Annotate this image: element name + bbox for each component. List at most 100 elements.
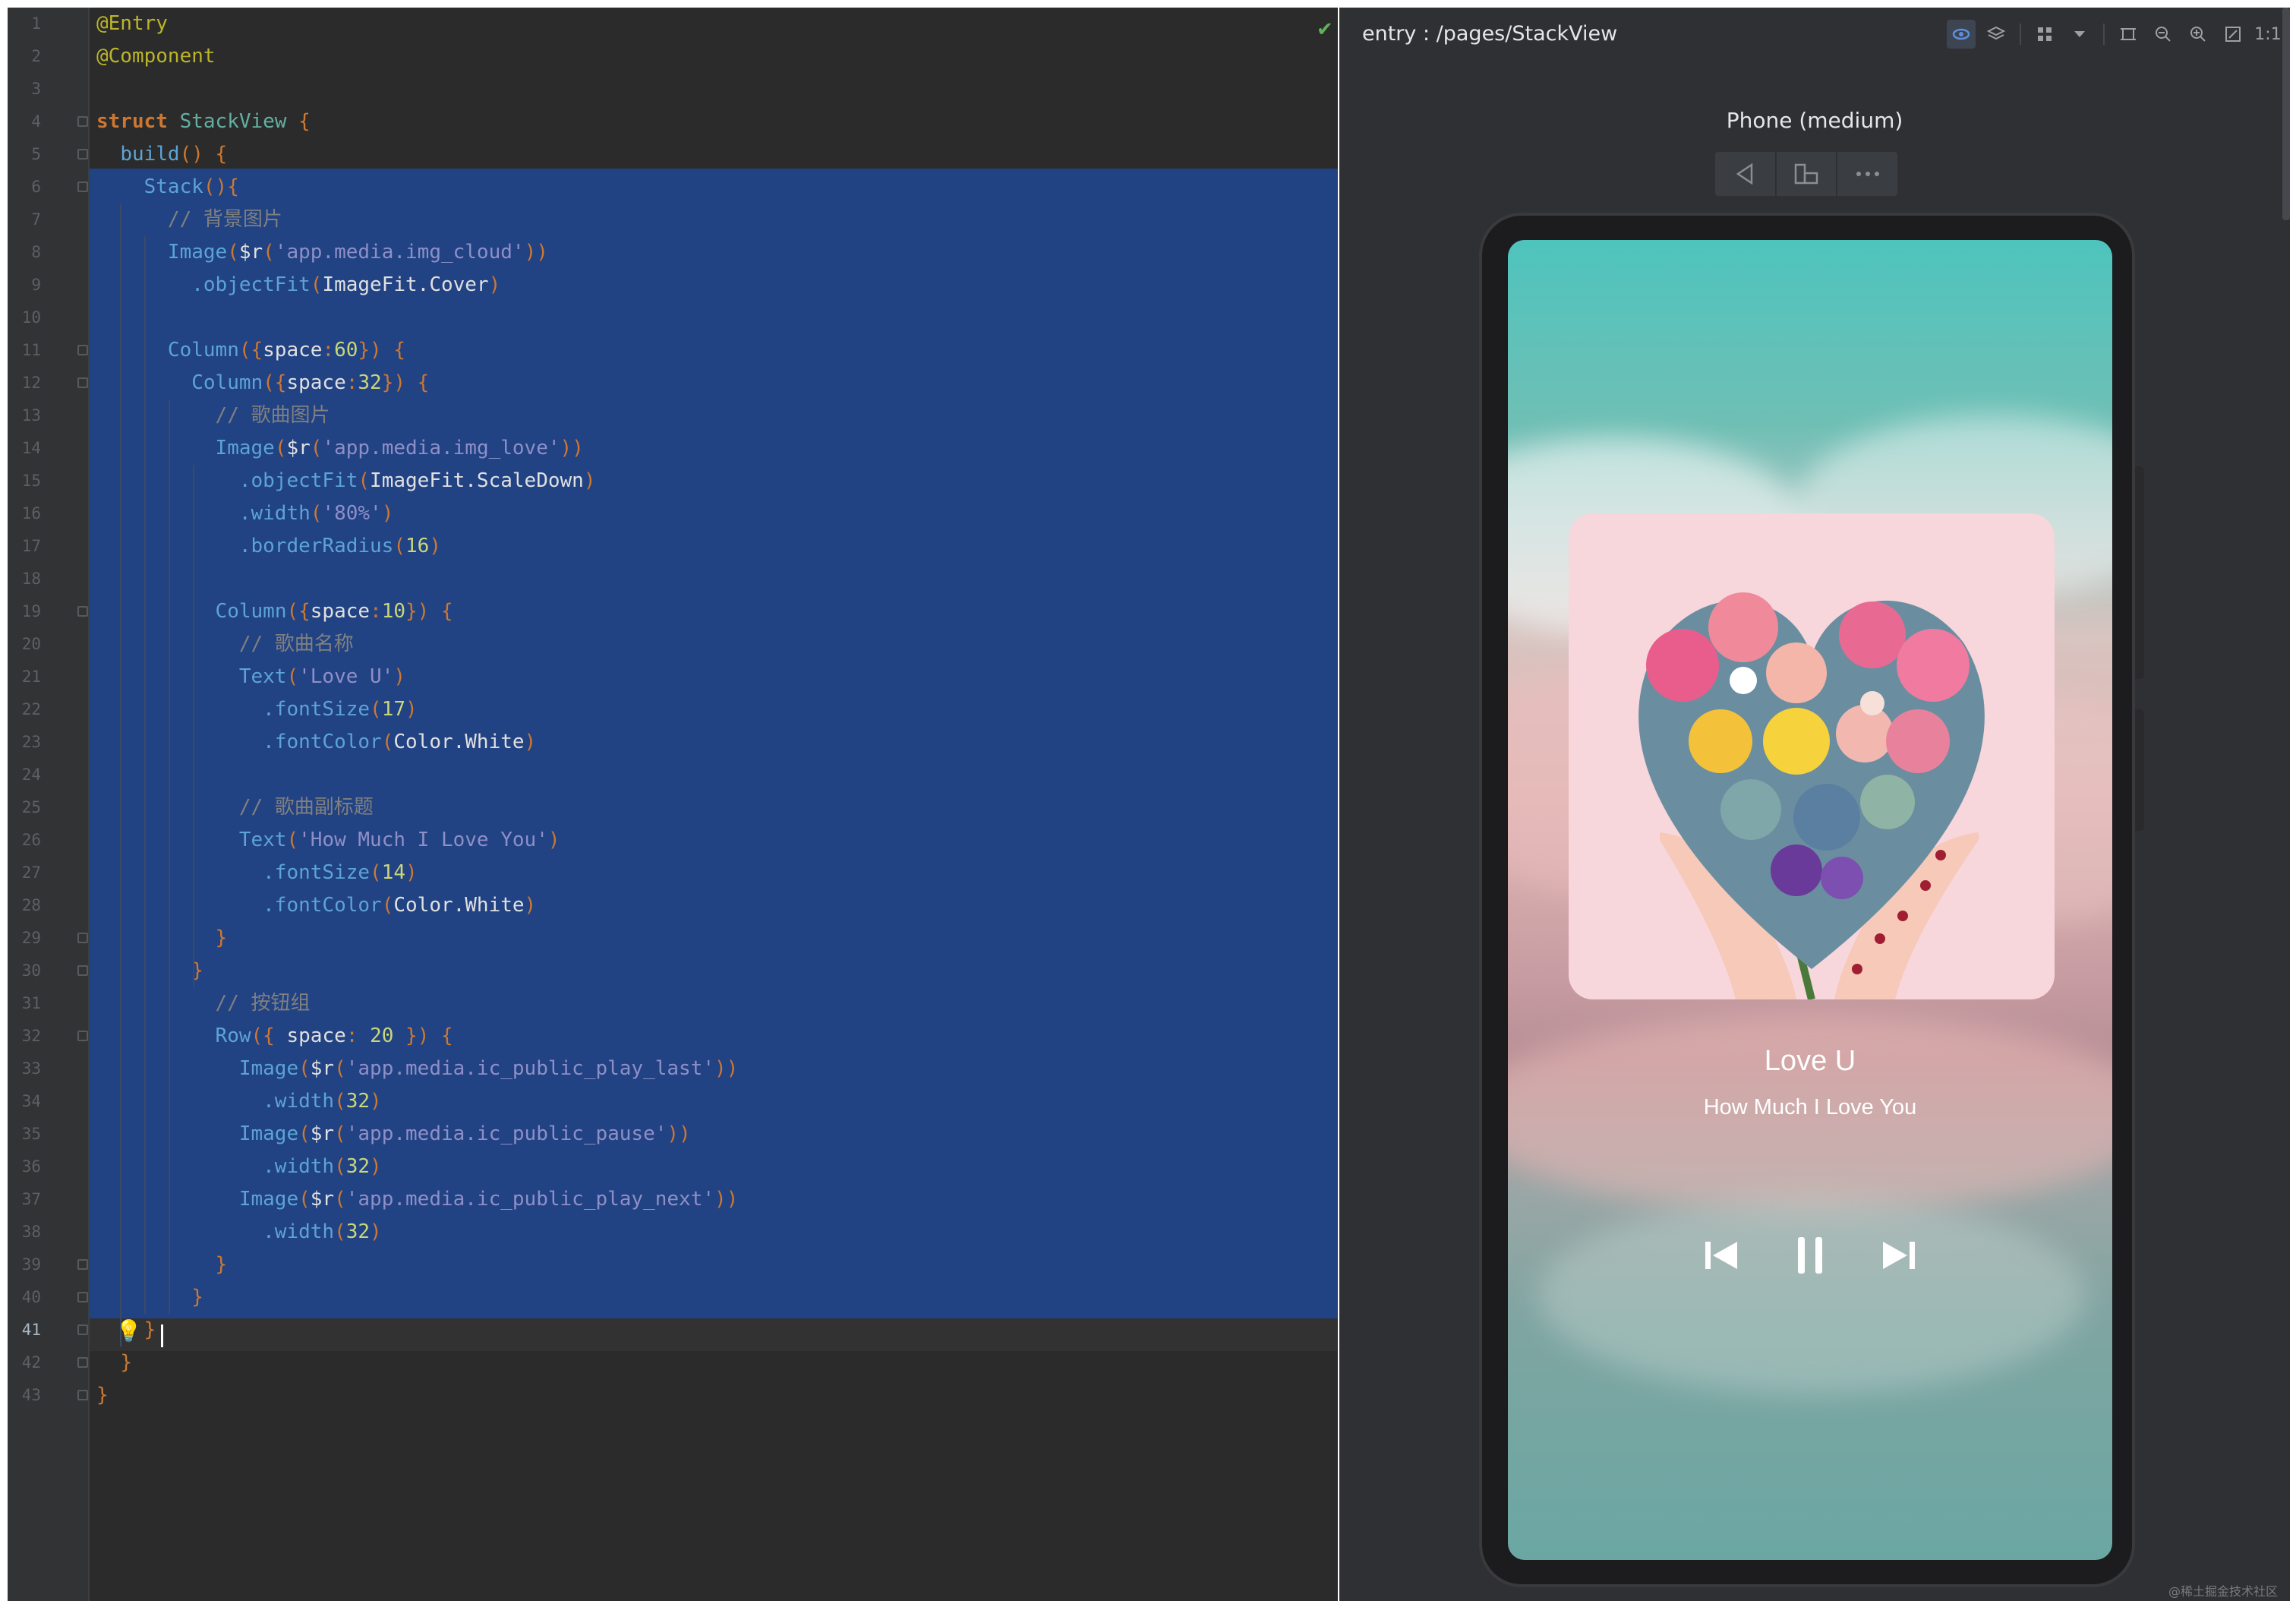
code-token: ( — [263, 241, 275, 264]
line-number: 18 — [21, 570, 41, 588]
code-line[interactable]: Column({space:32}) { — [96, 367, 429, 399]
code-line[interactable]: Image($r('app.media.ic_public_pause')) — [96, 1118, 691, 1151]
code-token: Text — [238, 829, 287, 851]
code-line[interactable]: struct StackView { — [96, 106, 311, 138]
fold-marker-icon[interactable] — [77, 1292, 88, 1302]
zoom-out-icon[interactable] — [2149, 20, 2178, 49]
code-token: ( — [334, 1122, 346, 1145]
code-line[interactable]: // 歌曲副标题 — [96, 791, 374, 824]
code-line[interactable]: .fontColor(Color.White) — [96, 726, 536, 759]
code-line[interactable]: .width('80%') — [96, 497, 394, 530]
code-line[interactable]: // 按钮组 — [96, 987, 311, 1020]
play-last-icon[interactable] — [1702, 1235, 1742, 1276]
code-token: () { — [179, 143, 228, 166]
code-line[interactable]: @Entry — [96, 8, 168, 40]
code-token: ( — [334, 1090, 346, 1113]
code-line[interactable]: .width(32) — [96, 1216, 382, 1249]
code-token: } — [144, 1318, 156, 1341]
code-line[interactable]: } — [96, 1347, 132, 1379]
code-token: ( — [310, 437, 323, 459]
code-token: ) — [370, 1090, 382, 1113]
code-line[interactable]: Image($r('app.media.img_cloud')) — [96, 236, 548, 269]
code-token: ) — [405, 861, 418, 884]
code-line[interactable]: .width(32) — [96, 1151, 382, 1183]
code-line[interactable]: } — [96, 955, 203, 987]
code-line[interactable]: @Component — [96, 40, 216, 73]
code-line[interactable]: Column({space:10}) { — [96, 595, 453, 628]
fold-marker-icon[interactable] — [77, 182, 88, 192]
code-line[interactable]: Row({ space: 20 }) { — [96, 1020, 453, 1053]
code-line[interactable]: Image($r('app.media.ic_public_play_next'… — [96, 1183, 738, 1216]
pause-icon[interactable] — [1790, 1235, 1831, 1276]
fold-marker-icon[interactable] — [77, 965, 88, 976]
code-token: @Entry — [96, 12, 168, 35]
code-token: Image — [215, 437, 275, 459]
app-screen[interactable]: Love U How Much I Love You — [1508, 240, 2112, 1560]
zoom-in-icon[interactable] — [2184, 20, 2212, 49]
device-controls — [1715, 152, 1897, 196]
code-token: ( — [334, 1155, 346, 1178]
code-line[interactable]: build() { — [96, 138, 227, 171]
checkmark-icon[interactable]: ✔ — [1317, 18, 1333, 41]
fit-icon[interactable] — [2219, 20, 2247, 49]
fold-marker-icon[interactable] — [77, 1357, 88, 1368]
indent-guide — [120, 204, 121, 1347]
fold-marker-icon[interactable] — [77, 377, 88, 388]
line-number: 34 — [21, 1092, 41, 1110]
previewer-panel: entry : /pages/StackView 1:1 Phone (medi… — [1339, 8, 2290, 1601]
code-line[interactable]: } — [96, 1249, 228, 1281]
code-line[interactable]: } — [96, 1281, 203, 1314]
code-line[interactable]: Column({space:60}) { — [96, 334, 405, 367]
code-line[interactable]: // 背景图片 — [96, 204, 282, 236]
line-number: 21 — [21, 668, 41, 686]
more-icon[interactable] — [1837, 152, 1897, 196]
back-icon[interactable] — [1715, 152, 1777, 196]
code-token: Text — [238, 665, 287, 688]
fold-marker-icon[interactable] — [77, 606, 88, 617]
rotate-icon[interactable] — [1777, 152, 1838, 196]
play-next-icon[interactable] — [1878, 1235, 1919, 1276]
code-line[interactable]: Text('Love U') — [96, 661, 405, 693]
fold-marker-icon[interactable] — [77, 1259, 88, 1270]
fold-marker-icon[interactable] — [77, 345, 88, 355]
eye-icon[interactable] — [1947, 20, 1976, 49]
layers-icon[interactable] — [1982, 20, 2011, 49]
code-line[interactable]: } — [96, 922, 228, 955]
line-number: 28 — [21, 896, 41, 914]
fold-marker-icon[interactable] — [77, 1390, 88, 1400]
line-number: 4 — [31, 112, 41, 131]
code-editor[interactable]: 1 2 3 4 5 6 7 8 9 10 11 12 13 14 15 16 17 18 19 20 21 22 23 24 2… — [8, 8, 1338, 1601]
code-line[interactable]: .width(32) — [96, 1085, 382, 1118]
code-line[interactable]: .borderRadius(16) — [96, 530, 441, 563]
fold-marker-icon[interactable] — [77, 116, 88, 127]
fold-marker-icon[interactable] — [77, 933, 88, 943]
fold-marker-icon[interactable] — [77, 149, 88, 159]
line-number: 23 — [21, 733, 41, 751]
code-line[interactable]: .objectFit(ImageFit.ScaleDown) — [96, 465, 596, 497]
code-line[interactable]: .fontColor(Color.White) — [96, 889, 536, 922]
indent-guide — [193, 465, 194, 987]
code-line[interactable]: // 歌曲名称 — [96, 628, 354, 661]
code-token: // 按钮组 — [215, 992, 311, 1015]
actual-size-icon[interactable]: 1:1 — [2253, 20, 2282, 49]
frame-icon[interactable] — [2114, 20, 2143, 49]
code-token: ) — [370, 1155, 382, 1178]
code-line[interactable]: Image($r('app.media.ic_public_play_last'… — [96, 1053, 738, 1085]
dropdown-icon[interactable] — [2065, 20, 2094, 49]
code-line[interactable]: Stack(){ — [96, 171, 239, 204]
fold-marker-icon[interactable] — [77, 1324, 88, 1335]
line-number: 24 — [21, 766, 41, 784]
code-token: 32 — [358, 371, 382, 394]
fold-marker-icon[interactable] — [77, 1031, 88, 1041]
code-line[interactable]: // 歌曲图片 — [96, 399, 330, 432]
code-line[interactable]: Text('How Much I Love You') — [96, 824, 560, 857]
line-number: 1 — [31, 14, 41, 33]
code-line[interactable]: .objectFit(ImageFit.Cover) — [96, 269, 500, 302]
code-line[interactable]: } — [96, 1379, 109, 1412]
code-token: ) — [524, 731, 537, 753]
grid-icon[interactable] — [2030, 20, 2059, 49]
line-number: 7 — [31, 210, 41, 229]
